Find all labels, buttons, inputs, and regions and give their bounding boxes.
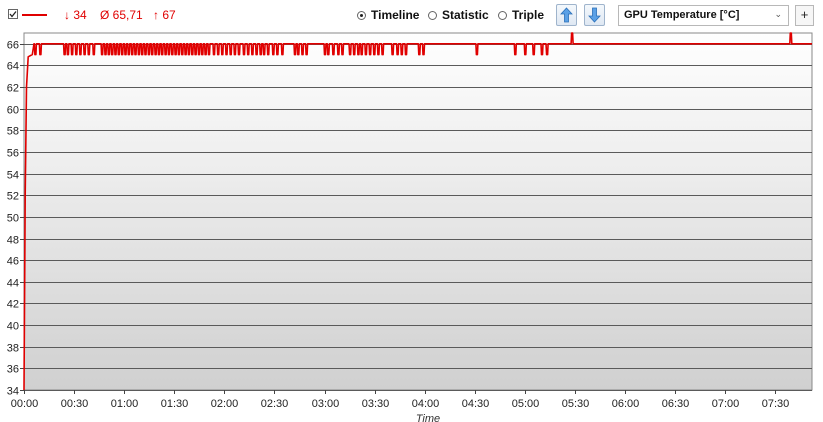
- radio-timeline-label: Timeline: [371, 8, 420, 22]
- y-tick-label: 36: [7, 364, 19, 376]
- y-tick-label: 60: [7, 105, 19, 117]
- radio-statistic-dot: [428, 10, 437, 20]
- move-down-button[interactable]: [584, 4, 605, 26]
- x-tick-label: 03:00: [312, 398, 340, 410]
- x-tick-label: 00:30: [61, 398, 89, 410]
- x-tick-label: 06:30: [662, 398, 690, 410]
- radio-statistic-label: Statistic: [442, 8, 489, 22]
- radio-timeline-dot: [357, 10, 366, 20]
- radio-statistic[interactable]: Statistic: [428, 8, 489, 22]
- y-tick-label: 46: [7, 256, 19, 268]
- x-tick-label: 02:30: [261, 398, 289, 410]
- x-axis: 00:00 00:30 01:00 01:30 02:00 02:30 03:00 03:30…: [11, 390, 790, 410]
- radio-triple-dot: [498, 10, 507, 20]
- check-icon: [9, 11, 17, 18]
- x-tick-label: 05:00: [512, 398, 540, 410]
- x-tick-label: 04:00: [412, 398, 440, 410]
- toolbar: ↓ 34 Ø 65,71 ↑ 67 Timeline Statistic Tri…: [0, 0, 823, 32]
- y-tick-label: 62: [7, 83, 19, 95]
- avg-value: Ø 65,71: [100, 8, 143, 22]
- y-axis: 34 36 38 40 42 44 46 48 50 52 54 56 58 60 62 64 66: [7, 40, 24, 398]
- y-tick-label: 50: [7, 213, 19, 225]
- y-tick-label: 66: [7, 40, 19, 52]
- y-tick-label: 34: [7, 386, 19, 398]
- chevron-down-icon: ⌄: [774, 9, 782, 19]
- max-value: ↑ 67: [153, 8, 176, 22]
- series-visibility-checkbox[interactable]: [8, 9, 18, 19]
- x-tick-label: 07:00: [712, 398, 740, 410]
- y-tick-label: 44: [7, 278, 19, 290]
- radio-triple[interactable]: Triple: [498, 8, 544, 22]
- x-tick-label: 03:30: [362, 398, 390, 410]
- x-tick-label: 04:30: [462, 398, 490, 410]
- timeline-chart: 34 36 38 40 42 44 46 48 50 52 54 56 58 60 62 64 66 00:00…: [7, 32, 813, 422]
- sensor-select[interactable]: GPU Temperature [°C] ⌄: [618, 5, 789, 26]
- y-tick-label: 38: [7, 343, 19, 355]
- radio-triple-label: Triple: [512, 8, 545, 22]
- sensor-select-value: GPU Temperature [°C]: [624, 9, 740, 21]
- y-tick-label: 58: [7, 126, 19, 138]
- y-tick-label: 54: [7, 170, 19, 182]
- radio-timeline[interactable]: Timeline: [357, 8, 419, 22]
- x-tick-label: 06:00: [612, 398, 640, 410]
- arrow-down-icon: [588, 7, 601, 23]
- x-tick-label: 05:30: [562, 398, 590, 410]
- min-value: ↓ 34: [64, 8, 87, 22]
- y-tick-label: 42: [7, 299, 19, 311]
- y-tick-label: 40: [7, 321, 19, 333]
- add-sensor-button[interactable]: +: [795, 5, 814, 26]
- x-tick-label: 00:00: [11, 398, 39, 410]
- move-up-button[interactable]: [556, 4, 577, 26]
- x-axis-title: Time: [416, 413, 440, 422]
- x-tick-label: 01:30: [161, 398, 189, 410]
- x-tick-label: 07:30: [762, 398, 790, 410]
- plot-background: [23, 32, 813, 391]
- x-tick-label: 02:00: [211, 398, 239, 410]
- series-legend-line: [22, 14, 47, 16]
- y-tick-label: 64: [7, 61, 19, 73]
- arrow-up-icon: [560, 7, 573, 23]
- y-tick-label: 52: [7, 191, 19, 203]
- y-tick-label: 48: [7, 235, 19, 247]
- x-tick-label: 01:00: [111, 398, 139, 410]
- y-tick-label: 56: [7, 148, 19, 160]
